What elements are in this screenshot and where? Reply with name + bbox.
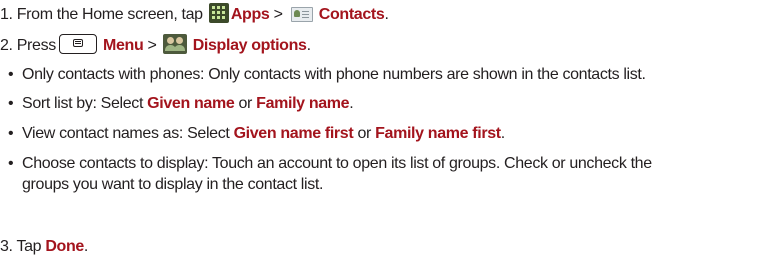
instruction-document: 1. From the Home screen, tap Apps > Cont… [0,0,761,267]
step-1-separator: > [273,6,283,24]
contacts-icon [289,4,313,22]
done-label: Done [45,238,84,255]
bullet-view-names: • View contact names as: Select Given nam… [8,124,505,144]
view-end: . [500,125,505,142]
display-options-label: Display options [192,37,307,55]
choose-line-2: groups you want to display in the contac… [22,176,324,193]
bullet-dot: • [8,95,14,112]
sort-or: or [238,95,253,112]
sort-prefix: Sort list by: Select [22,95,144,112]
bullet-dot: • [8,66,14,83]
bullet-only-phones-text: Only contacts with phones: Only contacts… [22,66,646,83]
bullet-dot: • [8,155,14,172]
bullet-dot: • [8,125,14,142]
family-name-first-option: Family name first [375,125,501,142]
step-3-end: . [83,238,89,255]
family-name-option: Family name [256,95,350,112]
menu-key-icon [58,34,97,54]
bullet-sort-list: • Sort list by: Select Given name or Fami… [8,94,354,114]
given-name-first-option: Given name first [233,125,354,142]
view-or: or [357,125,371,142]
step-3-text: 3. Tap [0,238,42,255]
bullet-choose-contacts: • Choose contacts to display: Touch an ac… [8,154,652,174]
apps-grid-icon [208,3,229,23]
menu-label: Menu [103,37,144,55]
step-1-text: 1. From the Home screen, tap [0,6,203,24]
bullet-choose-contacts-continued: groups you want to display in the contac… [22,175,323,195]
people-icon [162,34,187,54]
step-3: 3. Tap Done. [0,237,88,257]
step-2-text: 2. Press [0,37,56,55]
step-2-end: . [306,37,311,55]
apps-label: Apps [230,6,270,24]
bullet-only-phones: • Only contacts with phones: Only contact… [8,65,646,85]
contacts-label: Contacts [318,6,385,24]
sort-end: . [349,95,354,112]
choose-line-1: Choose contacts to display: Touch an acc… [22,155,652,172]
step-2-separator: > [147,37,157,55]
step-1: 1. From the Home screen, tap Apps > Cont… [0,3,389,25]
view-prefix: View contact names as: Select [22,125,230,142]
step-1-end: . [384,6,389,24]
step-2: 2. Press Menu > Display options. [0,34,311,56]
given-name-option: Given name [147,95,235,112]
